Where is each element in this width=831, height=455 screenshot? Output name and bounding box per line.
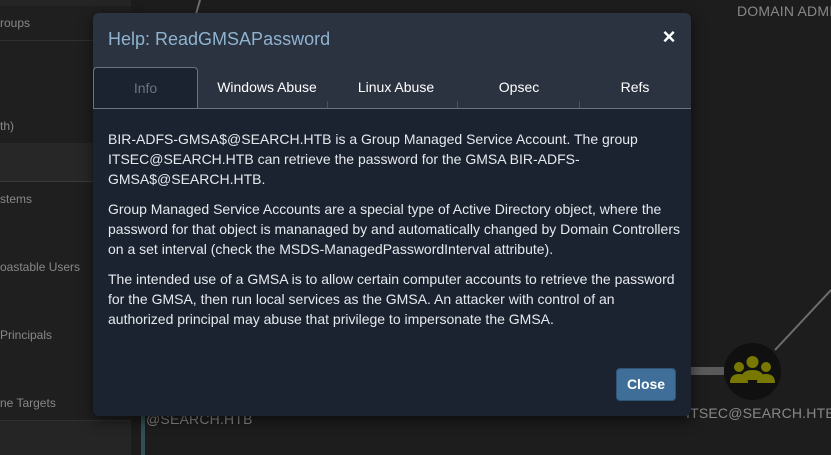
- modal-body: BIR-ADFS-GMSA$@SEARCH.HTB is a Group Man…: [108, 129, 680, 339]
- close-icon[interactable]: ×: [657, 25, 681, 49]
- info-paragraph: The intended use of a GMSA is to allow c…: [108, 271, 675, 327]
- tab-windows-abuse[interactable]: Windows Abuse: [198, 67, 336, 108]
- info-paragraph: Group Managed Service Accounts are a spe…: [108, 201, 680, 257]
- tab-linux-abuse[interactable]: Linux Abuse: [327, 67, 465, 108]
- help-modal: Help: ReadGMSAPassword × Info Windows Ab…: [93, 13, 691, 416]
- tab-refs[interactable]: Refs: [579, 67, 691, 108]
- tab-info[interactable]: Info: [93, 67, 198, 108]
- close-button[interactable]: Close: [616, 368, 676, 401]
- info-paragraph: BIR-ADFS-GMSA$@SEARCH.HTB is a Group Man…: [108, 131, 638, 187]
- tab-bar: Info Windows Abuse Linux Abuse Opsec Ref…: [93, 67, 691, 109]
- modal-title: Help: ReadGMSAPassword: [108, 29, 331, 49]
- modal-header: Help: ReadGMSAPassword ×: [93, 13, 691, 67]
- tab-opsec[interactable]: Opsec: [457, 67, 581, 108]
